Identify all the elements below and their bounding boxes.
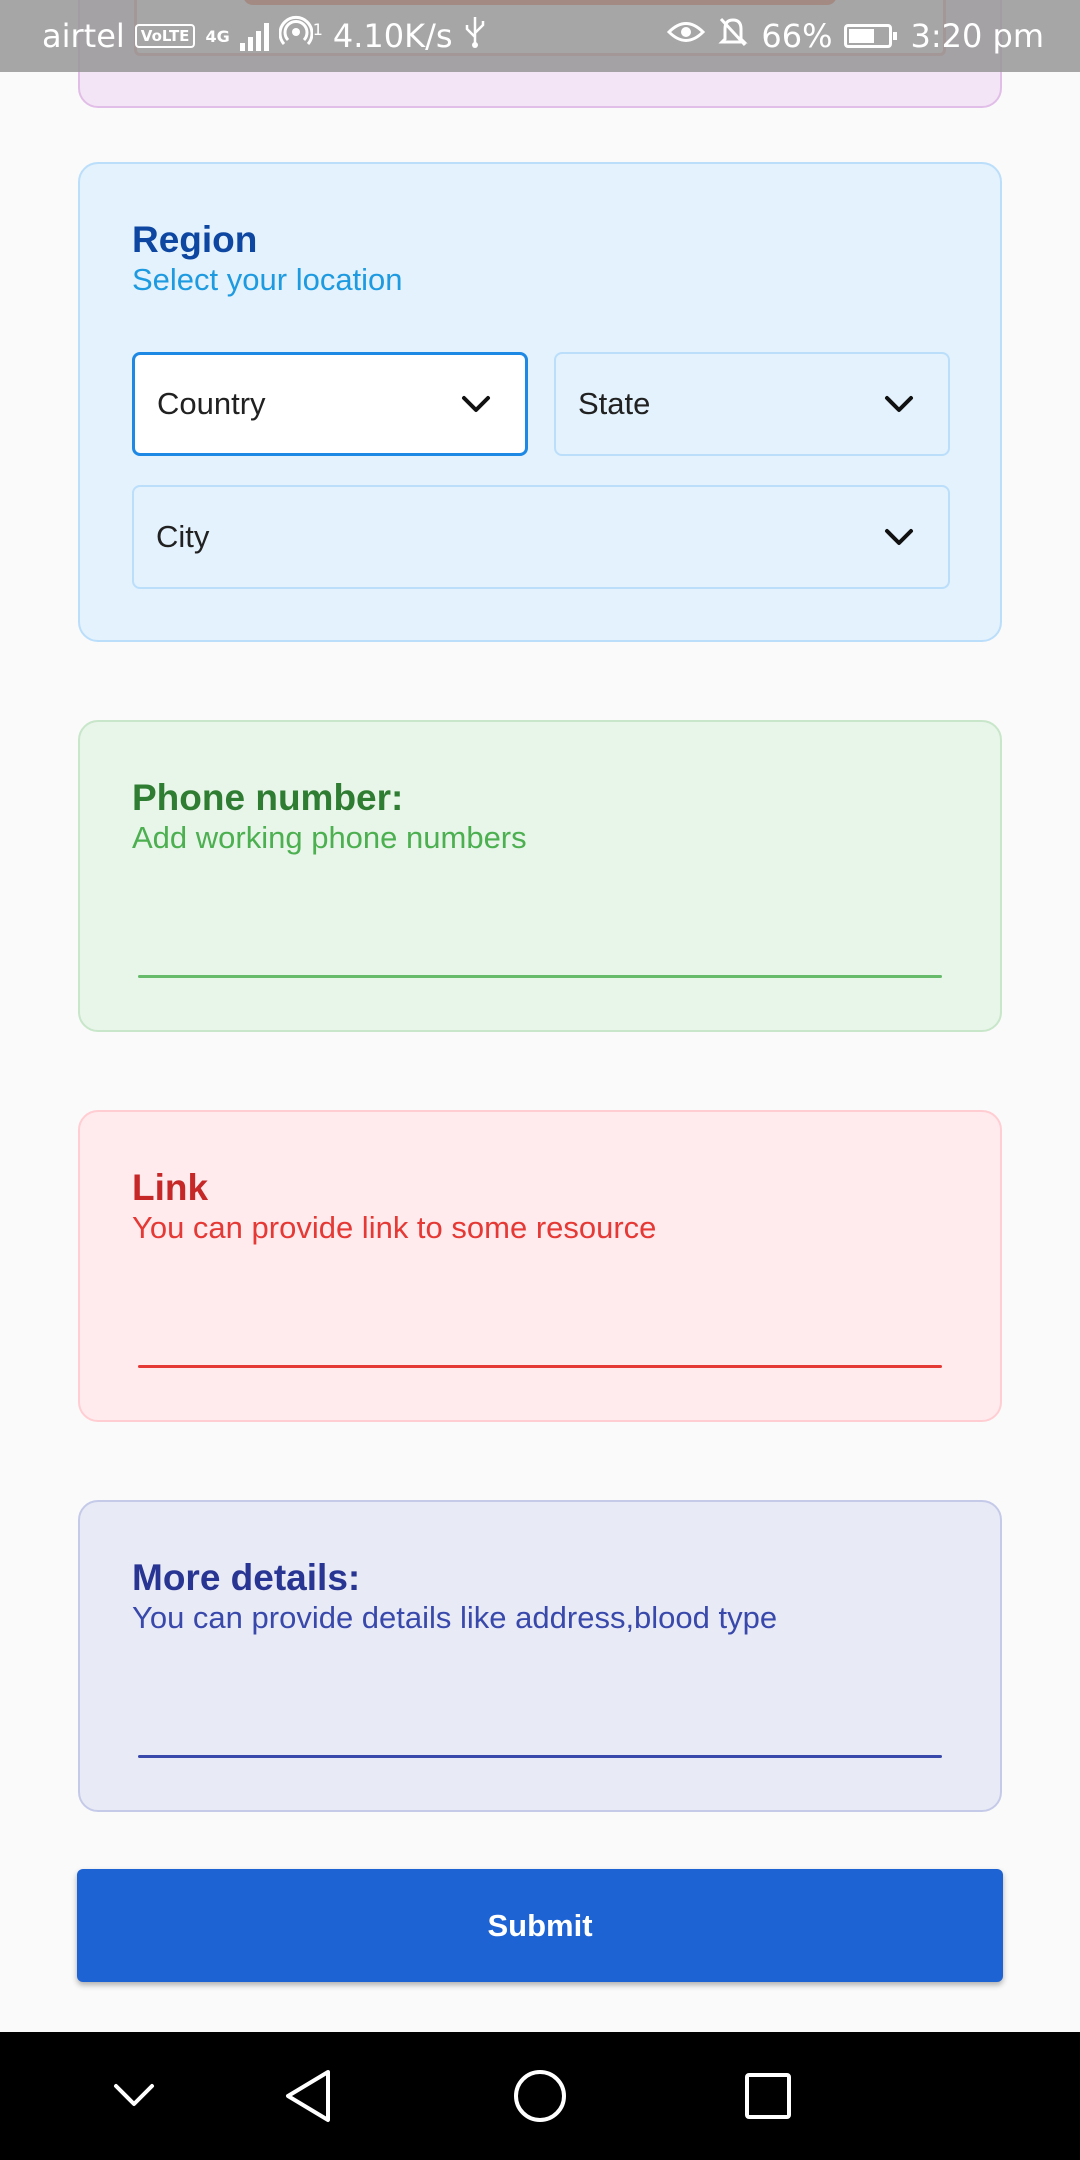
details-input[interactable] — [132, 1670, 948, 1760]
battery-icon — [844, 24, 898, 48]
phone-input[interactable] — [132, 890, 948, 980]
phone-card: Phone number: Add working phone numbers — [78, 720, 1002, 1032]
carrier-name: airtel — [42, 17, 125, 55]
link-input[interactable] — [132, 1280, 948, 1370]
chevron-down-icon — [885, 529, 913, 545]
city-dropdown[interactable]: City — [132, 485, 950, 589]
link-input-underline — [138, 1365, 942, 1368]
volte-badge: VoLTE — [134, 24, 196, 48]
recents-icon — [745, 2073, 791, 2119]
hotspot-count: 1 — [312, 19, 323, 39]
network-type: 4G — [205, 26, 230, 46]
link-card: Link You can provide link to some resour… — [78, 1110, 1002, 1422]
status-bar: airtel VoLTE 4G 1 4.10K/s 66% 3:20 pm — [0, 0, 1080, 72]
home-icon — [514, 2070, 566, 2122]
battery-level — [849, 29, 875, 43]
back-icon — [286, 2070, 330, 2122]
region-subtitle: Select your location — [132, 262, 403, 297]
phone-input-underline — [138, 975, 942, 978]
submit-button[interactable]: Submit — [77, 1869, 1003, 1982]
nav-hide-keyboard-button[interactable] — [94, 2056, 174, 2136]
details-title: More details: — [132, 1557, 361, 1598]
region-card: Region Select your location Country Stat… — [78, 162, 1002, 642]
nav-recents-button[interactable] — [728, 2056, 808, 2136]
chevron-down-icon — [462, 396, 490, 412]
city-dropdown-label: City — [156, 519, 210, 554]
state-dropdown-label: State — [578, 386, 651, 421]
eye-icon — [667, 17, 706, 55]
hotspot-icon — [278, 15, 314, 57]
link-subtitle: You can provide link to some resource — [132, 1210, 657, 1245]
details-subtitle: You can provide details like address,blo… — [132, 1600, 778, 1635]
link-title: Link — [132, 1167, 209, 1208]
mute-bell-icon — [717, 15, 749, 57]
details-input-underline — [138, 1755, 942, 1758]
navigation-bar — [0, 2032, 1080, 2160]
region-title: Region — [132, 219, 258, 260]
nav-back-button[interactable] — [268, 2056, 348, 2136]
clock: 3:20 pm — [910, 17, 1044, 55]
phone-subtitle: Add working phone numbers — [132, 820, 527, 855]
chevron-down-icon — [114, 2084, 154, 2106]
phone-title: Phone number: — [132, 777, 404, 818]
state-dropdown[interactable]: State — [554, 352, 950, 456]
signal-icon — [239, 21, 269, 51]
battery-percent: 66% — [761, 17, 833, 55]
nav-home-button[interactable] — [500, 2056, 580, 2136]
country-dropdown-label: Country — [157, 386, 266, 421]
chevron-down-icon — [885, 396, 913, 412]
country-dropdown[interactable]: Country — [132, 352, 528, 456]
usb-icon — [463, 15, 487, 57]
network-speed: 4.10K/s — [332, 17, 453, 55]
details-card: More details: You can provide details li… — [78, 1500, 1002, 1812]
